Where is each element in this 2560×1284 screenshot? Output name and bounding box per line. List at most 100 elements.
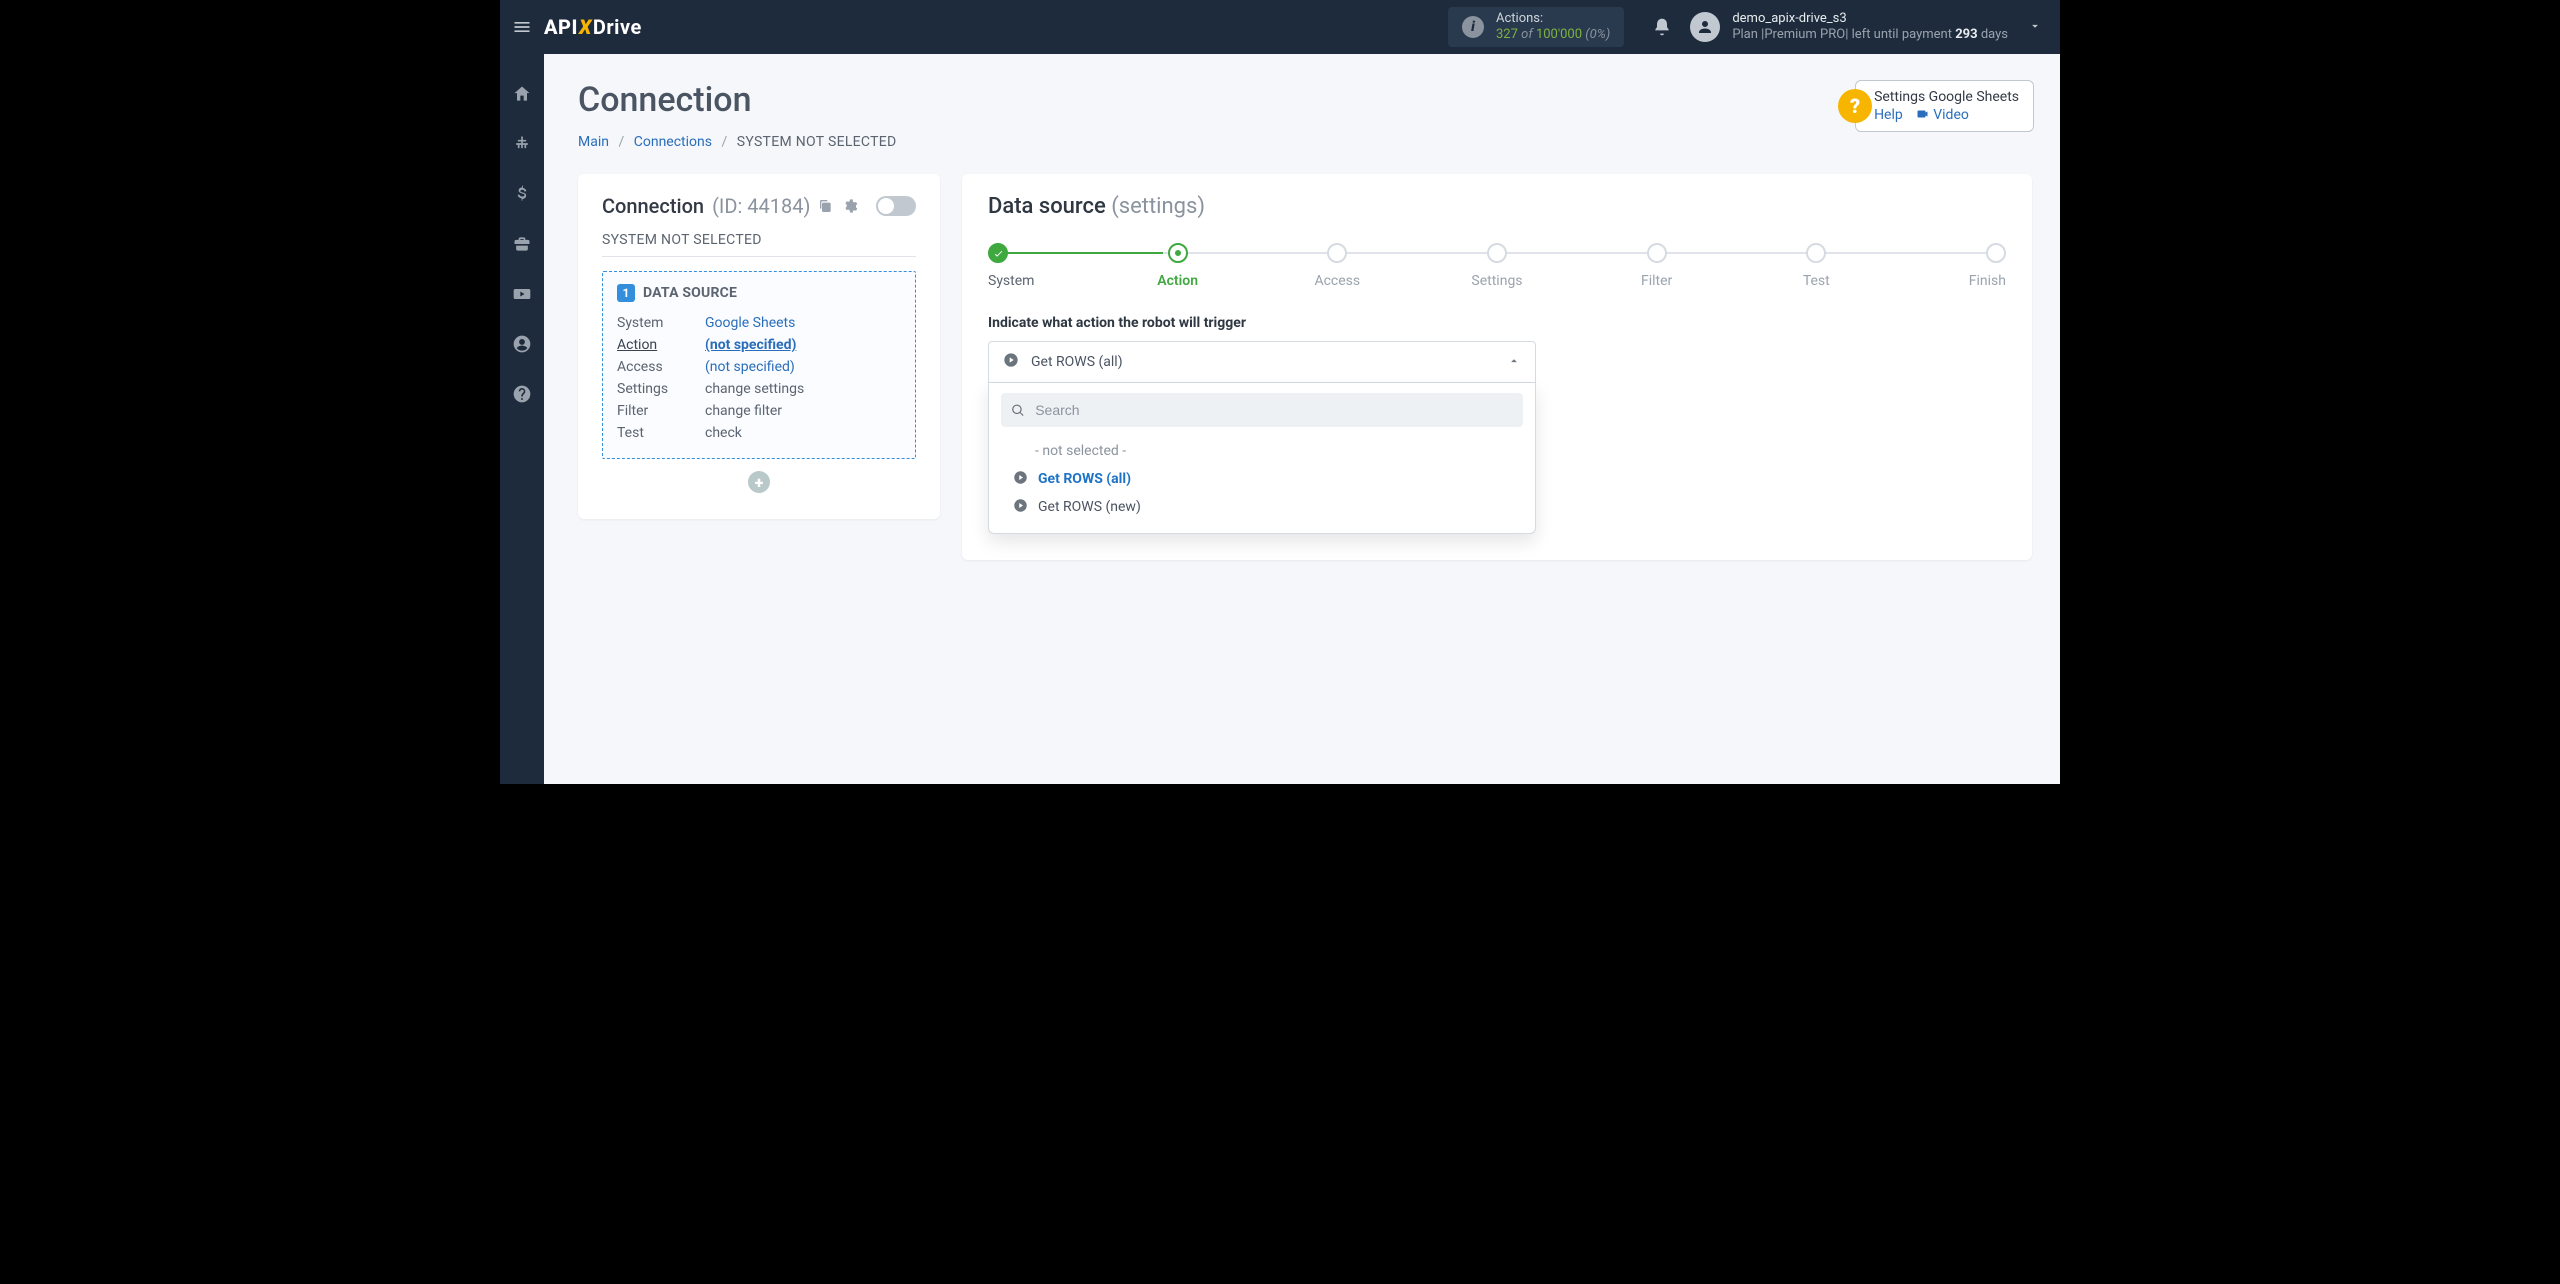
info-icon: i	[1462, 16, 1484, 38]
opt-get-rows-new[interactable]: Get ROWS (new)	[1001, 493, 1523, 521]
user-name: demo_apix-drive_s3	[1732, 11, 2008, 27]
top-bar: API X Drive i Actions: 327 of 100'000 (0…	[500, 0, 2060, 54]
action-select: Get ROWS (all) - not selected - Ge	[988, 341, 1536, 534]
sidebar-item-account[interactable]	[508, 332, 536, 356]
dollar-icon	[512, 184, 532, 204]
notifications-button[interactable]	[1642, 17, 1682, 37]
menu-button[interactable]	[500, 0, 544, 54]
copy-button[interactable]	[818, 198, 834, 214]
ds-title-main: Data source	[988, 194, 1106, 219]
actions-pct: (0%)	[1585, 27, 1610, 42]
play-icon	[1003, 352, 1019, 372]
crumb-main[interactable]: Main	[578, 134, 609, 150]
ds-k-access: Access	[617, 356, 697, 378]
sidebar-item-pricing[interactable]	[508, 182, 536, 206]
play-icon	[1013, 498, 1028, 517]
step-test[interactable]: Test	[1786, 243, 1846, 289]
step-label: Access	[1314, 273, 1360, 289]
connection-toggle[interactable]	[876, 196, 916, 216]
action-dropdown: - not selected - Get ROWS (all) Get ROWS…	[988, 383, 1536, 534]
data-source-box[interactable]: 1 DATA SOURCE SystemGoogle Sheets Action…	[602, 271, 916, 459]
help-link[interactable]: Help	[1874, 107, 1903, 123]
step-settings[interactable]: Settings	[1467, 243, 1527, 289]
settings-button[interactable]	[842, 198, 858, 214]
play-icon	[1013, 470, 1028, 489]
step-label: System	[988, 273, 1034, 289]
step-filter[interactable]: Filter	[1627, 243, 1687, 289]
logo[interactable]: API X Drive	[544, 15, 642, 39]
chevron-up-icon	[1507, 353, 1521, 372]
crumb-last: SYSTEM NOT SELECTED	[737, 134, 897, 150]
sidebar-item-home[interactable]	[508, 82, 536, 106]
actions-used: 327	[1496, 27, 1518, 42]
step-label: Action	[1157, 273, 1198, 289]
page-title: Connection	[578, 80, 2026, 120]
ds-v-test[interactable]: check	[705, 422, 742, 444]
gear-icon	[842, 198, 858, 214]
connection-head-label: Connection	[602, 194, 704, 218]
data-source-card: Data source (settings) System Action Acc…	[962, 174, 2032, 560]
ds-title-sub: (settings)	[1111, 194, 1205, 219]
action-search[interactable]	[1001, 393, 1523, 427]
ds-k-action: Action	[617, 334, 697, 356]
add-step-button[interactable]: +	[748, 471, 770, 493]
opt-not-selected[interactable]: - not selected -	[1001, 437, 1523, 465]
action-search-input[interactable]	[1033, 401, 1513, 419]
ds-v-filter[interactable]: change filter	[705, 400, 782, 422]
chevron-down-icon	[2028, 19, 2042, 33]
user-box[interactable]: demo_apix-drive_s3 Plan |Premium PRO| le…	[1732, 11, 2008, 43]
sidebar-item-connections[interactable]	[508, 132, 536, 156]
step-label: Settings	[1471, 273, 1522, 289]
ds-k-filter: Filter	[617, 400, 697, 422]
action-select-toggle[interactable]: Get ROWS (all)	[988, 341, 1536, 383]
help-card: ? Settings Google Sheets Help Video	[1855, 80, 2034, 132]
sidebar-item-videos[interactable]	[508, 282, 536, 306]
step-circle-active	[1168, 243, 1188, 263]
user-circle-icon	[512, 334, 532, 354]
user-plan: Plan |Premium PRO| left until payment 29…	[1732, 27, 2008, 43]
user-menu-toggle[interactable]	[2028, 18, 2042, 37]
crumb-connections[interactable]: Connections	[634, 134, 712, 150]
action-prompt: Indicate what action the robot will trig…	[988, 315, 2006, 331]
sidebar	[500, 54, 544, 784]
ds-k-settings: Settings	[617, 378, 697, 400]
step-system[interactable]: System	[988, 243, 1048, 289]
opt-get-rows-all[interactable]: Get ROWS (all)	[1001, 465, 1523, 493]
sidebar-item-work[interactable]	[508, 232, 536, 256]
connection-id: (ID: 44184)	[712, 194, 810, 218]
actions-total: 100'000	[1536, 27, 1582, 42]
video-icon	[1916, 108, 1930, 120]
actions-label: Actions:	[1496, 11, 1610, 27]
step-access[interactable]: Access	[1307, 243, 1367, 289]
copy-icon	[818, 198, 834, 214]
user-icon	[1696, 18, 1714, 36]
bell-icon	[1652, 17, 1672, 37]
ds-v-action[interactable]: (not specified)	[705, 334, 796, 356]
youtube-icon	[512, 284, 532, 304]
breadcrumb: Main / Connections / SYSTEM NOT SELECTED	[578, 134, 2026, 150]
sidebar-item-help[interactable]	[508, 382, 536, 406]
action-selected: Get ROWS (all)	[1031, 354, 1123, 370]
step-label: Filter	[1641, 273, 1672, 289]
ds-k-system: System	[617, 312, 697, 334]
video-link[interactable]: Video	[1916, 107, 1969, 123]
main: Connection Main / Connections / SYSTEM N…	[544, 54, 2060, 784]
step-finish[interactable]: Finish	[1946, 243, 2006, 289]
actions-pill[interactable]: i Actions: 327 of 100'000 (0%)	[1448, 7, 1624, 47]
help-badge[interactable]: ?	[1838, 89, 1872, 123]
step-action[interactable]: Action	[1148, 243, 1208, 289]
avatar[interactable]	[1690, 12, 1720, 42]
help-title: Settings Google Sheets	[1874, 89, 2019, 105]
connection-sub: SYSTEM NOT SELECTED	[602, 232, 916, 257]
page-head: Connection Main / Connections / SYSTEM N…	[544, 54, 2060, 150]
ds-v-settings[interactable]: change settings	[705, 378, 804, 400]
connection-head: Connection (ID: 44184)	[602, 194, 916, 218]
check-icon	[993, 248, 1004, 259]
ds-title: DATA SOURCE	[643, 285, 737, 301]
question-circle-icon	[512, 384, 532, 404]
actions-text: Actions: 327 of 100'000 (0%)	[1496, 11, 1610, 43]
ds-v-system[interactable]: Google Sheets	[705, 312, 795, 334]
ds-k-test: Test	[617, 422, 697, 444]
stepper: System Action Access Settings Filter Tes…	[988, 243, 2006, 289]
ds-v-access[interactable]: (not specified)	[705, 356, 795, 378]
